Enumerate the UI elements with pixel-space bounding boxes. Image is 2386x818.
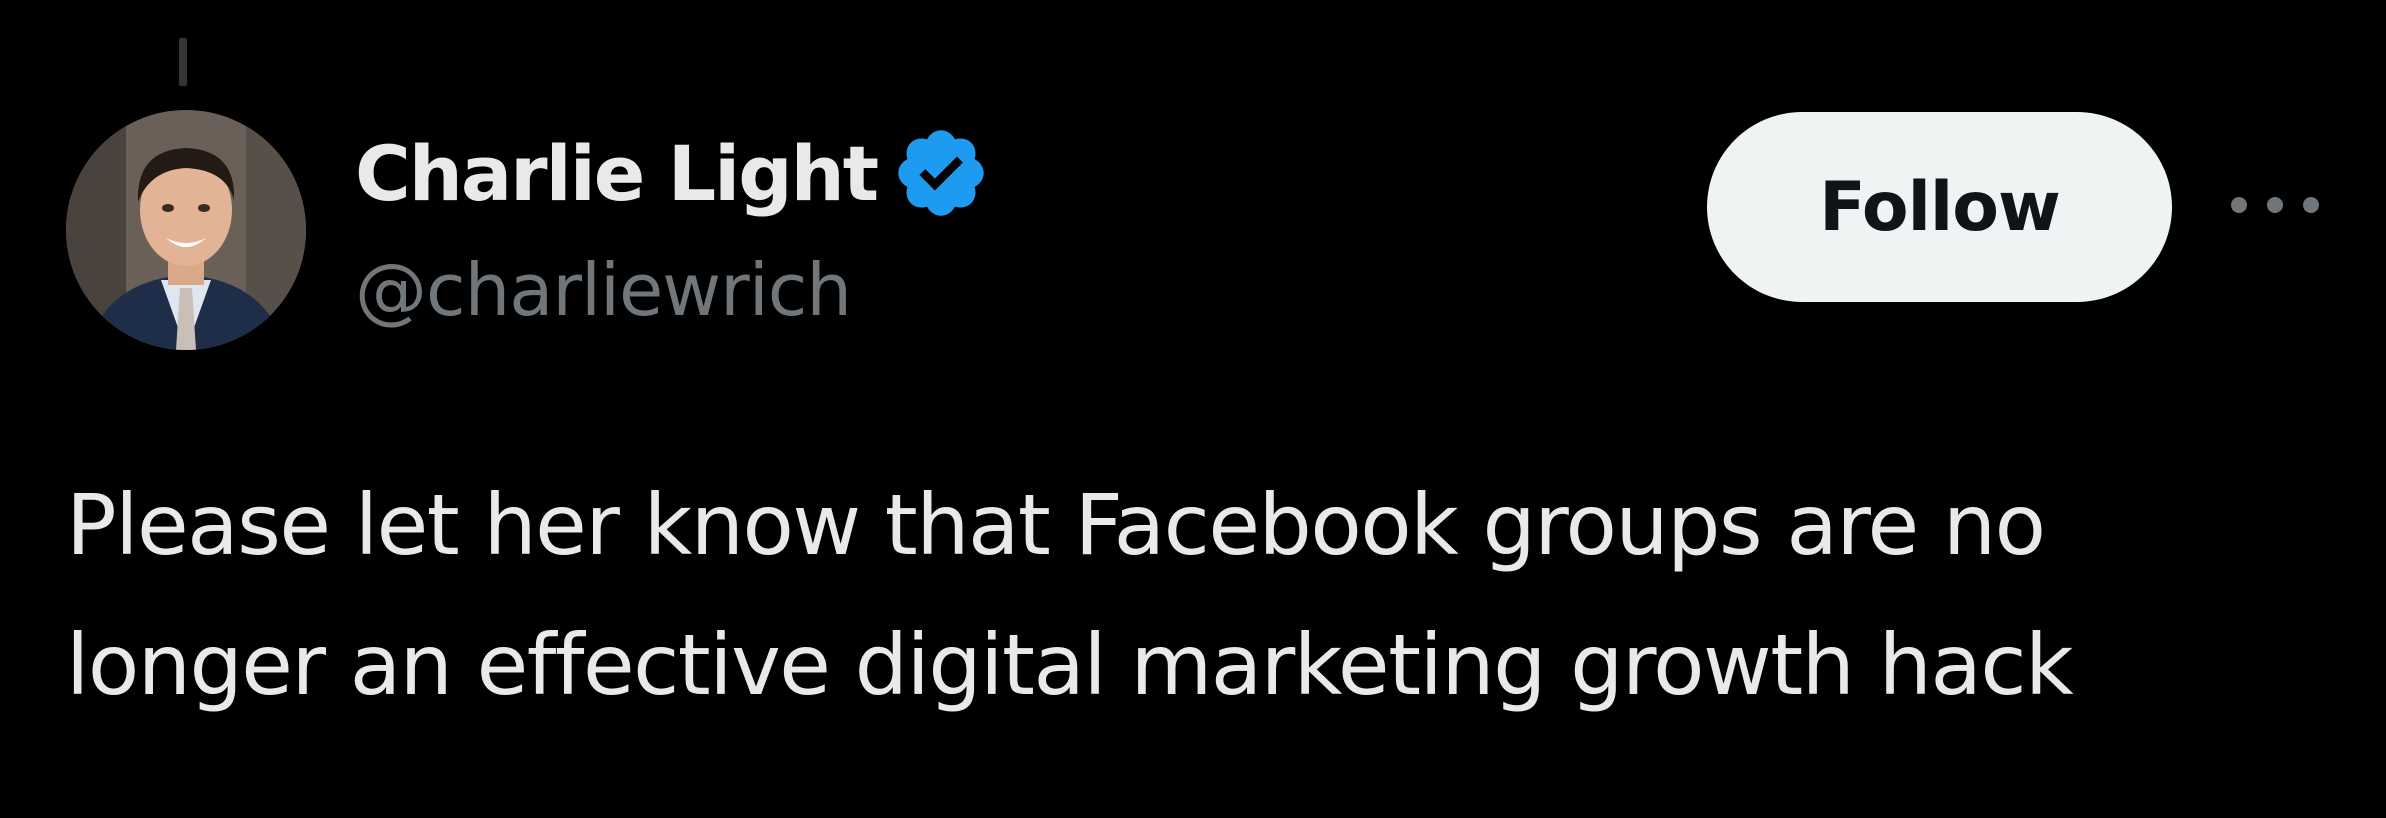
verified-badge-icon <box>898 130 984 216</box>
author-handle[interactable]: @charliewrich <box>355 240 852 340</box>
more-dots-icon <box>2267 197 2283 213</box>
tweet-text-line: Please let her know that Facebook groups… <box>66 476 2046 574</box>
tweet-text-line: longer an effective digital marketing gr… <box>66 616 2074 714</box>
avatar-photo-icon <box>66 110 306 350</box>
more-dots-icon <box>2231 197 2247 213</box>
thread-connector-line <box>179 38 187 86</box>
avatar[interactable] <box>66 110 306 350</box>
author-display-name[interactable]: Charlie Light <box>355 129 879 218</box>
tweet-text: Please let her know that Facebook groups… <box>66 455 2356 735</box>
more-options-button[interactable] <box>2225 180 2325 230</box>
follow-button[interactable]: Follow <box>1707 112 2172 302</box>
more-dots-icon <box>2303 197 2319 213</box>
author-name-row[interactable]: Charlie Light <box>355 118 991 228</box>
